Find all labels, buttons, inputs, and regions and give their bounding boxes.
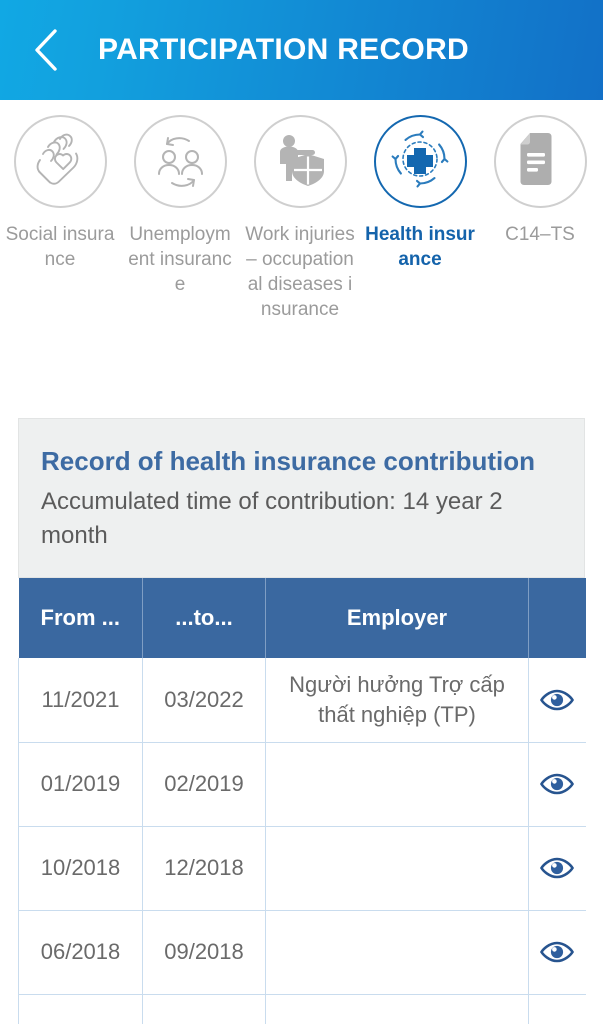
cell-employer [265,994,529,1024]
cell-from: 06/2018 [18,910,143,995]
chevron-left-icon [31,28,61,72]
column-header-to: ...to... [142,578,266,658]
record-summary-card: Record of health insurance contribution … [18,418,585,578]
cell-employer: Người hưởng Trợ cấp thất nghiệp (TP) [265,658,529,743]
cell-from: 01/2019 [18,742,143,827]
record-card-title: Record of health insurance contribution [41,446,536,476]
table-row[interactable]: 10/2018 12/2018 [18,826,586,911]
page-title: PARTICIPATION RECORD [98,33,469,66]
category-c14-ts[interactable]: C14–TS [480,115,600,247]
category-label: C14–TS [505,224,575,245]
category-social-insurance[interactable]: Social insurance [0,115,120,272]
row-view-button[interactable] [528,910,586,995]
category-icon-circle [373,115,467,208]
record-card-subtitle: Accumulated time of contribution: 14 yea… [41,488,503,549]
cell-from: 11/2021 [18,658,143,743]
people-exchange-icon [149,130,211,193]
cell-to: 03/2022 [142,658,266,743]
category-icon-circle [133,115,227,208]
category-label: Health insurance [365,224,475,270]
category-label: Unemployment insurance [128,224,232,295]
eye-icon [529,941,586,963]
row-view-button[interactable] [528,742,586,827]
eye-icon [529,773,586,795]
category-label: Work injuries – occupational diseases in… [245,224,355,320]
row-view-button[interactable] [528,658,586,743]
category-work-injuries-insurance[interactable]: Work injuries – occupational diseases in… [240,115,360,322]
contribution-table: From ... ...to... Employer 11/2021 03/20… [18,578,586,1024]
medical-cross-cycle-icon [389,128,451,195]
table-row[interactable]: 06/2018 09/2018 [18,910,586,995]
cell-from: 05/2018 [18,994,143,1024]
back-button[interactable] [22,26,70,74]
cell-to: 09/2018 [142,910,266,995]
cell-to: 05/2018 [142,994,266,1024]
category-unemployment-insurance[interactable]: Unemployment insurance [120,115,240,297]
cell-employer [265,826,529,911]
category-tab-strip: Social insurance Unemployment insurance … [0,100,603,398]
category-icon-circle [253,115,347,208]
eye-icon [529,857,586,879]
row-view-button[interactable] [528,994,586,1024]
caring-hands-heart-icon [30,130,90,193]
category-health-insurance[interactable]: Health insurance [360,115,480,272]
cell-employer [265,910,529,995]
row-view-button[interactable] [528,826,586,911]
document-lines-icon [516,131,564,192]
eye-icon [529,689,586,711]
cell-to: 12/2018 [142,826,266,911]
table-row[interactable]: 01/2019 02/2019 [18,742,586,827]
worker-shield-icon [270,130,330,193]
column-header-from: From ... [18,578,143,658]
table-body: 11/2021 03/2022 Người hưởng Trợ cấp thất… [18,658,586,1024]
table-row[interactable]: 11/2021 03/2022 Người hưởng Trợ cấp thất… [18,658,586,743]
table-header-row: From ... ...to... Employer [18,578,586,658]
category-label: Social insurance [5,224,115,270]
cell-to: 02/2019 [142,742,266,827]
cell-employer [265,742,529,827]
column-header-employer: Employer [265,578,529,658]
category-icon-circle [493,115,587,208]
app-header: PARTICIPATION RECORD [0,0,603,100]
participation-record-screen: PARTICIPATION RECORD Social insurance Un… [0,0,603,1024]
cell-from: 10/2018 [18,826,143,911]
table-row[interactable]: 05/2018 05/2018 [18,994,586,1024]
column-header-action [528,578,586,658]
category-icon-circle [13,115,107,208]
